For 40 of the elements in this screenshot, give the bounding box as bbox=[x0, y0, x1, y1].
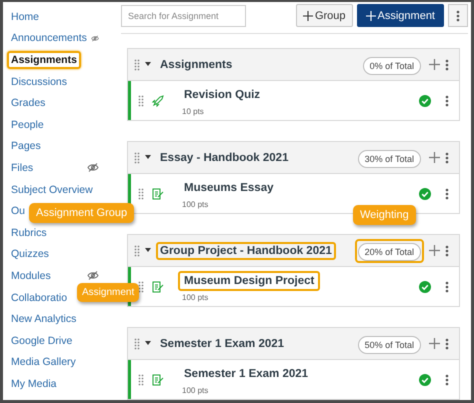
group-title: Group Project - Handbook 2021 bbox=[156, 242, 336, 260]
points-label: 10 pts bbox=[181, 108, 205, 116]
group-title: Essay - Handbook 2021 bbox=[159, 150, 290, 166]
nav-link[interactable]: My Media bbox=[7, 374, 61, 393]
weight-badge: 50% of Total bbox=[358, 336, 421, 354]
assignment-title[interactable]: Revision Quiz bbox=[178, 85, 266, 105]
nav-link[interactable]: Grades bbox=[7, 94, 50, 112]
nav-link[interactable]: Media Gallery bbox=[7, 353, 80, 372]
nav-link[interactable]: Discussions bbox=[7, 72, 72, 91]
nav-link[interactable]: Rubrics bbox=[7, 224, 51, 242]
group-title: Assignments bbox=[159, 58, 234, 72]
callout: Assignment Group bbox=[29, 203, 134, 223]
nav-link[interactable]: Home bbox=[7, 8, 44, 26]
nav-link[interactable]: Google Drive bbox=[7, 332, 76, 350]
callout: Weighting bbox=[353, 205, 416, 225]
weight-badge: 0% of Total bbox=[362, 56, 421, 74]
assignment-title[interactable]: Semester 1 Exam 2021 bbox=[178, 364, 314, 384]
weight-badge: 30% of Total bbox=[358, 150, 421, 168]
nav-link[interactable]: Modules bbox=[7, 266, 55, 285]
points-label: 100 pts bbox=[181, 201, 210, 209]
points-label: 100 pts bbox=[181, 387, 210, 395]
nav-link[interactable]: Announcements bbox=[7, 29, 91, 48]
points-label: 100 pts bbox=[181, 294, 210, 302]
callout: Assignment bbox=[77, 283, 140, 302]
search-field[interactable]: Search for Assignment bbox=[121, 4, 246, 26]
weight-badge: 20% of Total bbox=[358, 242, 421, 260]
nav-link[interactable]: People bbox=[7, 116, 48, 134]
assignment-title[interactable]: Museums Essay bbox=[178, 178, 280, 198]
nav-link[interactable]: Pages bbox=[7, 137, 45, 156]
assignment-title[interactable]: Museum Design Project bbox=[178, 271, 320, 291]
nav-link[interactable]: Files bbox=[7, 158, 38, 177]
nav-link[interactable]: Ou bbox=[7, 202, 30, 220]
nav-link[interactable]: Collaboratio bbox=[7, 288, 72, 307]
nav-link[interactable]: Subject Overview bbox=[7, 180, 97, 199]
add-group-button[interactable]: Group bbox=[296, 4, 353, 27]
add-assignment-button[interactable]: Assignment bbox=[356, 4, 444, 27]
nav-link[interactable]: Assignments bbox=[7, 50, 81, 69]
nav-link[interactable]: Quizzes bbox=[7, 245, 53, 264]
nav-link[interactable]: New Analytics bbox=[7, 310, 80, 328]
group-title: Semester 1 Exam 2021 bbox=[159, 336, 286, 352]
